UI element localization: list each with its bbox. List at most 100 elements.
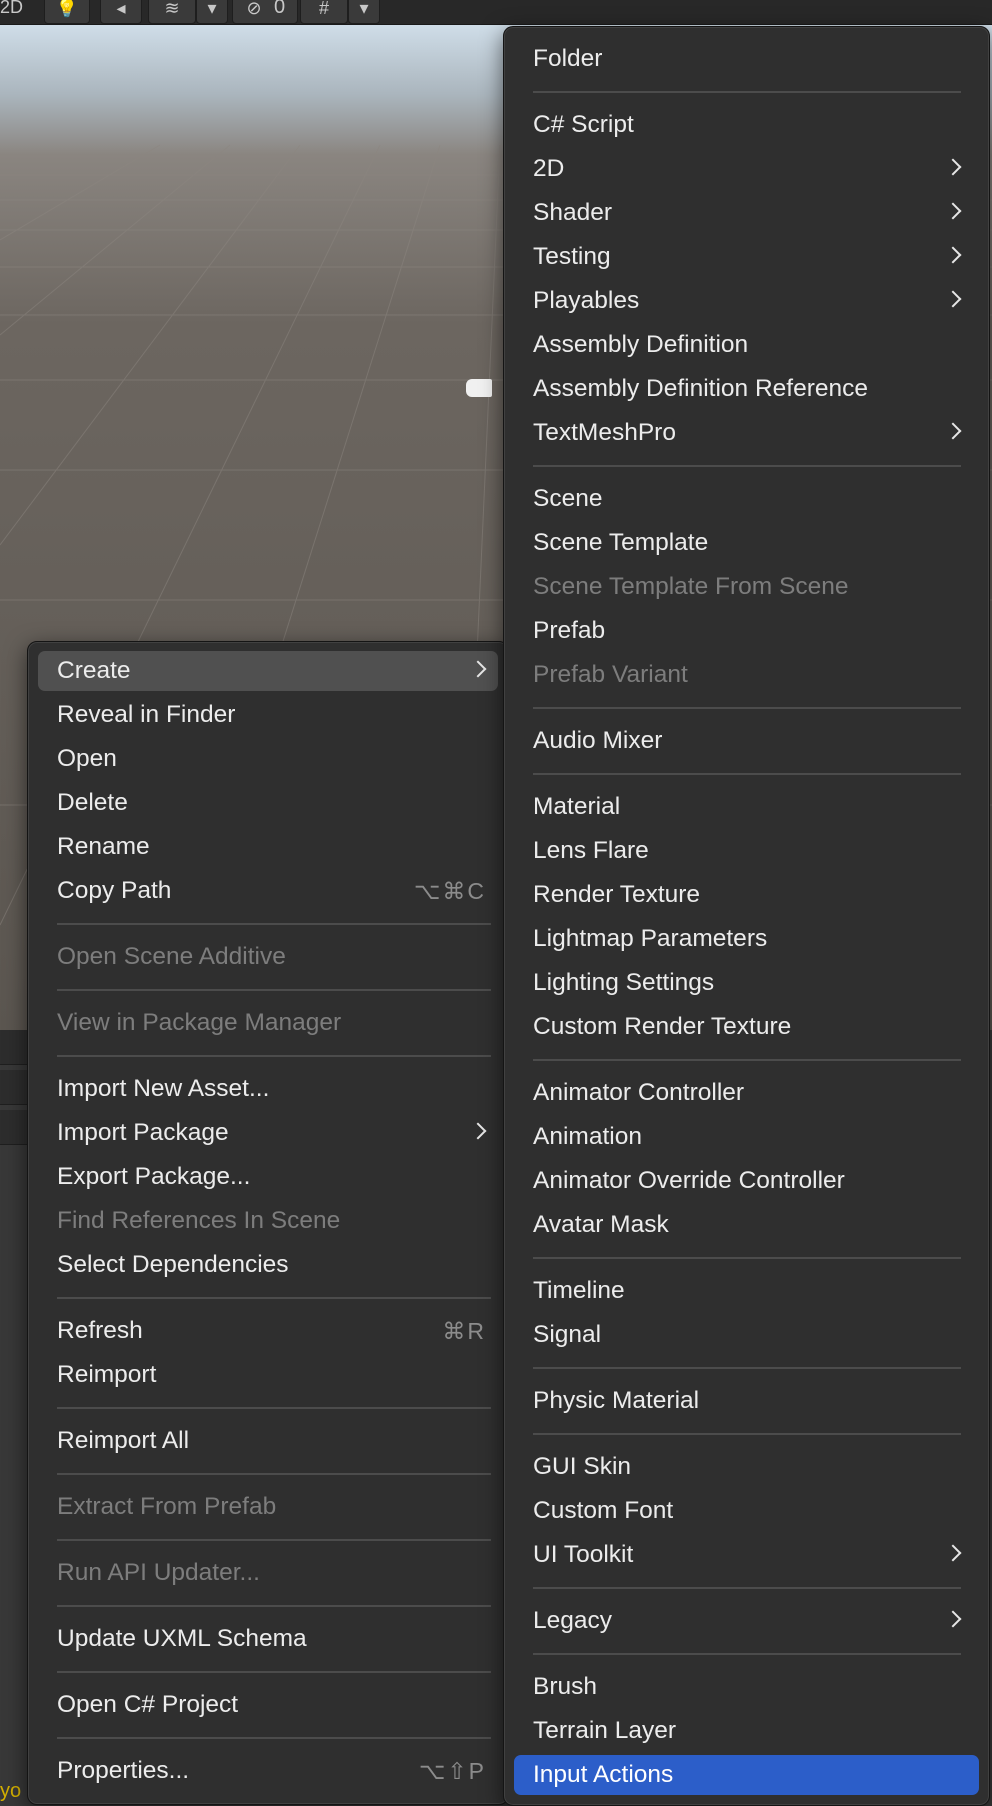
menu-item-label: Scene Template xyxy=(533,529,709,556)
menu-item-scene-template-from-scene: Scene Template From Scene xyxy=(514,567,979,607)
menu-item-gui-skin[interactable]: GUI Skin xyxy=(514,1447,979,1487)
menu-item-label: Reveal in Finder xyxy=(57,701,236,728)
menu-item-import-package[interactable]: Import Package xyxy=(38,1113,498,1153)
console-status-text: yo xyxy=(0,1780,22,1802)
chevron-right-icon xyxy=(944,290,962,308)
menu-item-assembly-definition-reference[interactable]: Assembly Definition Reference xyxy=(514,369,979,409)
menu-item-material[interactable]: Material xyxy=(514,787,979,827)
menu-item-reimport-all[interactable]: Reimport All xyxy=(38,1421,498,1461)
menu-item-terrain-layer[interactable]: Terrain Layer xyxy=(514,1711,979,1751)
menu-item-label: Create xyxy=(57,657,131,684)
menu-item-ui-toolkit[interactable]: UI Toolkit xyxy=(514,1535,979,1575)
menu-item-rename[interactable]: Rename xyxy=(38,827,498,867)
menu-item-scene-template[interactable]: Scene Template xyxy=(514,523,979,563)
menu-item-label: UI Toolkit xyxy=(533,1541,634,1568)
menu-item-label: TextMeshPro xyxy=(533,419,676,446)
menu-item-reimport[interactable]: Reimport xyxy=(38,1355,498,1395)
menu-separator xyxy=(533,707,961,709)
menu-item-label: Run API Updater... xyxy=(57,1559,260,1586)
menu-item-copy-path[interactable]: Copy Path ⌥⌘C xyxy=(38,871,498,911)
menu-separator xyxy=(533,91,961,93)
shortcut-label: ⌘R xyxy=(442,1318,486,1344)
menu-item-lens-flare[interactable]: Lens Flare xyxy=(514,831,979,871)
menu-item-create[interactable]: Create xyxy=(38,651,498,691)
menu-item-audio-mixer[interactable]: Audio Mixer xyxy=(514,721,979,761)
camera-gizmo-icon[interactable] xyxy=(466,379,492,397)
menu-item-label: Terrain Layer xyxy=(533,1717,676,1744)
menu-item-export-package[interactable]: Export Package... xyxy=(38,1157,498,1197)
menu-item-label: Assembly Definition xyxy=(533,331,749,358)
menu-item-lightmap-parameters[interactable]: Lightmap Parameters xyxy=(514,919,979,959)
menu-item-view-in-package-manager: View in Package Manager xyxy=(38,1003,498,1043)
menu-separator xyxy=(533,465,961,467)
menu-item-import-new-asset[interactable]: Import New Asset... xyxy=(38,1069,498,1109)
menu-item-label: Legacy xyxy=(533,1607,613,1634)
menu-item-shader[interactable]: Shader xyxy=(514,193,979,233)
menu-item-open[interactable]: Open xyxy=(38,739,498,779)
lighting-toggle-button[interactable]: 💡 xyxy=(44,0,90,24)
menu-item-properties[interactable]: Properties... ⌥⇧P xyxy=(38,1751,498,1791)
menu-item-label: Open Scene Additive xyxy=(57,943,286,970)
menu-item-label: 2D xyxy=(533,155,565,182)
chevron-right-icon xyxy=(944,202,962,220)
menu-item-open-csharp-project[interactable]: Open C# Project xyxy=(38,1685,498,1725)
menu-separator xyxy=(57,1407,491,1409)
grid-dropdown-button[interactable]: ▾ xyxy=(348,0,380,24)
menu-item-brush[interactable]: Brush xyxy=(514,1667,979,1707)
menu-item-delete[interactable]: Delete xyxy=(38,783,498,823)
menu-item-select-dependencies[interactable]: Select Dependencies xyxy=(38,1245,498,1285)
menu-item-custom-font[interactable]: Custom Font xyxy=(514,1491,979,1531)
menu-item-label: Playables xyxy=(533,287,640,314)
menu-item-testing[interactable]: Testing xyxy=(514,237,979,277)
menu-item-2d[interactable]: 2D xyxy=(514,149,979,189)
menu-item-playables[interactable]: Playables xyxy=(514,281,979,321)
menu-item-textmeshpro[interactable]: TextMeshPro xyxy=(514,413,979,453)
menu-item-label: Render Texture xyxy=(533,881,701,908)
menu-item-label: Testing xyxy=(533,243,611,270)
menu-item-label: Lighting Settings xyxy=(533,969,715,996)
menu-item-refresh[interactable]: Refresh ⌘R xyxy=(38,1311,498,1351)
menu-separator xyxy=(57,1737,491,1739)
menu-item-label: Signal xyxy=(533,1321,602,1348)
chevron-right-icon xyxy=(944,1610,962,1628)
menu-item-physic-material[interactable]: Physic Material xyxy=(514,1381,979,1421)
menu-item-label: Avatar Mask xyxy=(533,1211,669,1238)
2d-mode-toggle[interactable]: 2D xyxy=(0,0,23,18)
menu-item-scene[interactable]: Scene xyxy=(514,479,979,519)
audio-toggle-button[interactable]: ◂ xyxy=(100,0,142,24)
menu-item-assembly-definition[interactable]: Assembly Definition xyxy=(514,325,979,365)
chevron-right-icon xyxy=(469,660,487,678)
menu-item-update-uxml-schema[interactable]: Update UXML Schema xyxy=(38,1619,498,1659)
menu-item-animator-override-controller[interactable]: Animator Override Controller xyxy=(514,1161,979,1201)
menu-separator xyxy=(533,1587,961,1589)
menu-item-prefab[interactable]: Prefab xyxy=(514,611,979,651)
menu-item-avatar-mask[interactable]: Avatar Mask xyxy=(514,1205,979,1245)
menu-item-custom-render-texture[interactable]: Custom Render Texture xyxy=(514,1007,979,1047)
menu-item-csharp-script[interactable]: C# Script xyxy=(514,105,979,145)
effects-dropdown-button[interactable]: ▾ xyxy=(196,0,228,24)
lightbulb-icon: 💡 xyxy=(55,0,79,18)
menu-item-animation[interactable]: Animation xyxy=(514,1117,979,1157)
menu-item-signal[interactable]: Signal xyxy=(514,1315,979,1355)
menu-item-label: Lens Flare xyxy=(533,837,649,864)
menu-item-folder[interactable]: Folder xyxy=(514,39,979,79)
menu-separator xyxy=(533,1653,961,1655)
menu-item-find-references-in-scene: Find References In Scene xyxy=(38,1201,498,1241)
menu-separator xyxy=(533,1257,961,1259)
menu-item-render-texture[interactable]: Render Texture xyxy=(514,875,979,915)
grid-snapping-button[interactable]: # xyxy=(300,0,348,24)
effects-toggle-button[interactable]: ≋ xyxy=(148,0,196,24)
menu-item-animator-controller[interactable]: Animator Controller xyxy=(514,1073,979,1113)
menu-item-lighting-settings[interactable]: Lighting Settings xyxy=(514,963,979,1003)
menu-item-legacy[interactable]: Legacy xyxy=(514,1601,979,1641)
menu-item-reveal-in-finder[interactable]: Reveal in Finder xyxy=(38,695,498,735)
menu-item-label: Reimport All xyxy=(57,1427,190,1454)
menu-item-label: Copy Path xyxy=(57,877,172,904)
menu-item-input-actions[interactable]: Input Actions xyxy=(514,1755,979,1795)
grid-icon: # xyxy=(318,0,329,18)
hidden-objects-toggle[interactable]: ⊘ xyxy=(232,0,298,24)
menu-item-label: Open C# Project xyxy=(57,1691,239,1718)
menu-item-timeline[interactable]: Timeline xyxy=(514,1271,979,1311)
menu-item-label: Prefab xyxy=(533,617,606,644)
menu-separator xyxy=(57,1055,491,1057)
